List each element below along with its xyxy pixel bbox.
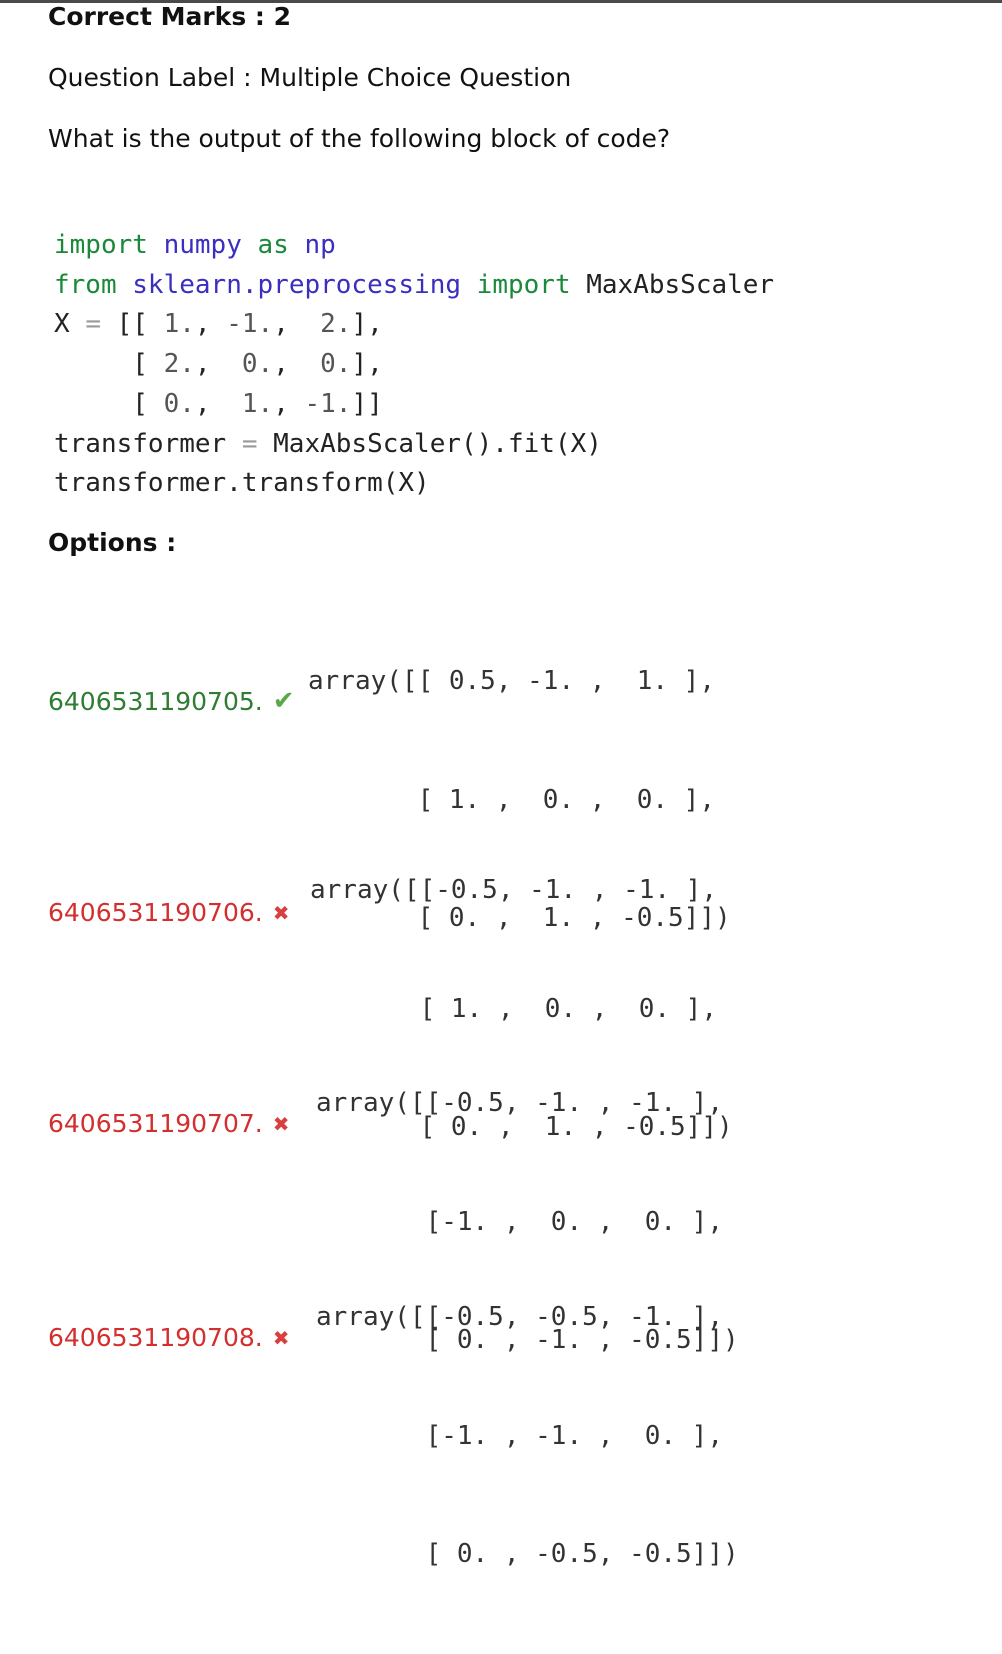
cross-icon: ✖ [272, 1111, 290, 1136]
check-icon: ✔ [272, 686, 295, 716]
question-text: What is the output of the following bloc… [48, 124, 671, 153]
option-id-label: 6406531190708. [48, 1323, 263, 1352]
array-line: array([[-0.5, -1. , -1. ], [316, 1088, 723, 1118]
code-line-6: transformer = MaxAbsScaler().fit(X) [54, 428, 602, 459]
array-line: array([[-0.5, -0.5, -1. ], [316, 1302, 723, 1332]
code-line-7: transformer.transform(X) [54, 468, 430, 499]
array-line: [ 0. , -0.5, -0.5]]) [316, 1539, 739, 1569]
code-line-5: [ 0., 1., -1.]] [132, 388, 383, 419]
option-id-label: 6406531190707. [48, 1109, 263, 1138]
code-line-1: import numpy as np [54, 230, 336, 260]
cross-icon: ✖ [272, 900, 290, 925]
code-snippet: import numpy as np from sklearn.preproces… [54, 226, 774, 504]
code-line-2: from sklearn.preprocessing import MaxAbs… [54, 269, 775, 300]
array-line: array([[ 0.5, -1. , 1. ], [308, 666, 715, 696]
options-heading: Options : [48, 528, 177, 557]
option-2-id: 6406531190706. ✖ [48, 898, 290, 927]
option-id-label: 6406531190706. [48, 898, 263, 927]
option-1-id: 6406531190705. ✔ [48, 686, 295, 716]
option-4-array: array([[-0.5, -0.5, -1. ], [-1. , -1. , … [316, 1219, 739, 1654]
correct-marks: Correct Marks : 2 [48, 2, 291, 31]
array-line: array([[-0.5, -1. , -1. ], [310, 875, 717, 905]
code-line-4: [ 2., 0., 0.], [132, 349, 383, 380]
question-label: Question Label : Multiple Choice Questio… [48, 63, 572, 92]
option-id-label: 6406531190705. [48, 686, 263, 716]
cross-icon: ✖ [272, 1325, 290, 1350]
array-line: [-1. , -1. , 0. ], [316, 1420, 723, 1451]
option-4-id: 6406531190708. ✖ [48, 1323, 290, 1352]
option-3-id: 6406531190707. ✖ [48, 1109, 290, 1138]
code-line-3: X = [[ 1., -1., 2.], [54, 309, 383, 340]
